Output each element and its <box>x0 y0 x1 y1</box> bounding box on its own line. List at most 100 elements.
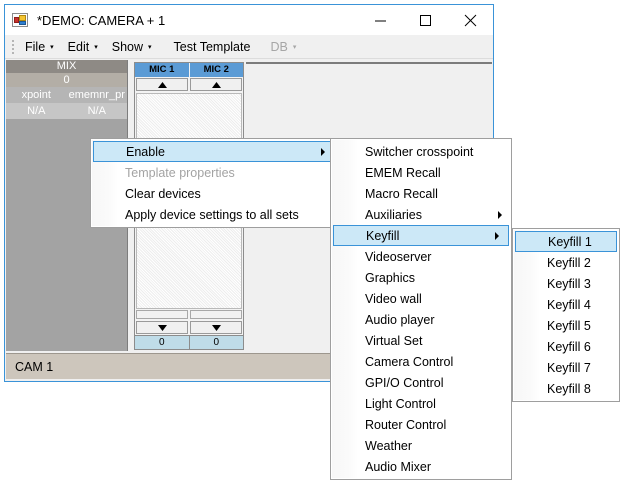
window-title: *DEMO: CAMERA + 1 <box>37 13 165 28</box>
mic-1-down-button[interactable] <box>136 321 188 334</box>
submenu-arrow-icon <box>498 211 502 219</box>
device-item-camera-control-label: Camera Control <box>365 355 453 369</box>
mic-2-slider[interactable] <box>190 310 242 319</box>
keyfill-item-6-label: Keyfill 6 <box>547 340 591 354</box>
mic-2-up-button[interactable] <box>190 78 242 91</box>
device-item-video-wall[interactable]: Video wall <box>331 288 511 309</box>
context-menu-item-apply-device-settings-label: Apply device settings to all sets <box>125 208 299 222</box>
device-item-light-control[interactable]: Light Control <box>331 393 511 414</box>
keyfill-item-3[interactable]: Keyfill 3 <box>513 273 619 294</box>
menu-item-edit[interactable]: Edit ▾ <box>61 37 105 57</box>
device-item-auxiliaries-label: Auxiliaries <box>365 208 422 222</box>
device-item-keyfill-label: Keyfill <box>366 229 399 243</box>
chevron-down-icon: ▾ <box>148 44 152 51</box>
device-item-keyfill[interactable]: Keyfill <box>333 225 509 246</box>
mic-2-down-button[interactable] <box>190 321 242 334</box>
context-menu-item-enable-label: Enable <box>126 145 165 159</box>
context-menu-item-apply-device-settings[interactable]: Apply device settings to all sets <box>91 204 337 225</box>
device-item-graphics[interactable]: Graphics <box>331 267 511 288</box>
mic-slider-row <box>135 310 243 320</box>
mic-2-header: MIC 2 <box>190 63 244 77</box>
menu-item-file[interactable]: File ▾ <box>18 37 61 57</box>
device-item-gpio-control[interactable]: GPI/O Control <box>331 372 511 393</box>
mic-1-header: MIC 1 <box>135 63 190 77</box>
keyfill-item-7[interactable]: Keyfill 7 <box>513 357 619 378</box>
device-item-videoserver-label: Videoserver <box>365 250 431 264</box>
keyfill-item-1[interactable]: Keyfill 1 <box>515 231 617 252</box>
menu-item-show[interactable]: Show ▾ <box>105 37 159 57</box>
mic-2-value[interactable]: 0 <box>190 335 244 349</box>
device-item-emem-recall-label: EMEM Recall <box>365 166 441 180</box>
device-item-light-control-label: Light Control <box>365 397 436 411</box>
submenu-arrow-icon <box>495 232 499 240</box>
mic-up-button-row <box>135 77 243 92</box>
mic-1-up-button[interactable] <box>136 78 188 91</box>
device-item-auxiliaries[interactable]: Auxiliaries <box>331 204 511 225</box>
chevron-down-icon: ▾ <box>293 44 297 51</box>
device-item-weather-label: Weather <box>365 439 412 453</box>
menu-item-file-label: File <box>25 40 45 54</box>
device-item-audio-mixer[interactable]: Audio Mixer <box>331 456 511 477</box>
context-menu-item-template-properties: Template properties <box>91 162 337 183</box>
template-context-menu: Enable Template properties Clear devices… <box>90 138 338 228</box>
device-item-gpio-control-label: GPI/O Control <box>365 376 444 390</box>
keyfill-item-3-label: Keyfill 3 <box>547 277 591 291</box>
mix-column-headers: xpoint ememnr_pr <box>6 87 127 103</box>
keyfill-item-2[interactable]: Keyfill 2 <box>513 252 619 273</box>
device-item-router-control[interactable]: Router Control <box>331 414 511 435</box>
device-item-virtual-set[interactable]: Virtual Set <box>331 330 511 351</box>
context-menu-item-clear-devices[interactable]: Clear devices <box>91 183 337 204</box>
mix-column-values: N/A N/A <box>6 103 127 119</box>
menu-item-show-label: Show <box>112 40 143 54</box>
device-item-camera-control[interactable]: Camera Control <box>331 351 511 372</box>
keyfill-item-8[interactable]: Keyfill 8 <box>513 378 619 399</box>
menu-item-db-label: DB <box>270 40 287 54</box>
chevron-down-icon: ▾ <box>94 44 98 51</box>
mix-label-xpoint: xpoint <box>6 87 67 103</box>
keyfill-item-8-label: Keyfill 8 <box>547 382 591 396</box>
device-item-switcher-crosspoint[interactable]: Switcher crosspoint <box>331 141 511 162</box>
keyfill-submenu: Keyfill 1 Keyfill 2 Keyfill 3 Keyfill 4 … <box>512 228 620 402</box>
menu-item-db: DB ▾ <box>263 37 303 57</box>
keyfill-item-1-label: Keyfill 1 <box>548 235 592 249</box>
keyfill-item-6[interactable]: Keyfill 6 <box>513 336 619 357</box>
maximize-button[interactable] <box>403 5 448 35</box>
mix-label-ememnr: ememnr_pr <box>67 87 128 103</box>
menu-grip-icon[interactable] <box>9 39 16 55</box>
context-menu-item-enable[interactable]: Enable <box>93 141 335 162</box>
device-item-router-control-label: Router Control <box>365 418 446 432</box>
menu-item-edit-label: Edit <box>68 40 90 54</box>
mic-1-value[interactable]: 0 <box>135 335 190 349</box>
device-item-videoserver[interactable]: Videoserver <box>331 246 511 267</box>
mix-header-label: MIX <box>6 60 127 73</box>
minimize-button[interactable] <box>358 5 403 35</box>
window-controls <box>358 5 493 35</box>
device-item-macro-recall[interactable]: Macro Recall <box>331 183 511 204</box>
mic-1-slider[interactable] <box>136 310 188 319</box>
mic-down-button-row <box>135 320 243 335</box>
title-bar: *DEMO: CAMERA + 1 <box>5 5 493 35</box>
menu-item-test-template[interactable]: Test Template <box>167 37 258 57</box>
status-bar-label: CAM 1 <box>15 360 53 374</box>
device-item-macro-recall-label: Macro Recall <box>365 187 438 201</box>
device-item-audio-mixer-label: Audio Mixer <box>365 460 431 474</box>
device-item-graphics-label: Graphics <box>365 271 415 285</box>
device-item-audio-player[interactable]: Audio player <box>331 309 511 330</box>
device-item-weather[interactable]: Weather <box>331 435 511 456</box>
close-button[interactable] <box>448 5 493 35</box>
submenu-arrow-icon <box>321 148 325 156</box>
device-item-virtual-set-label: Virtual Set <box>365 334 422 348</box>
keyfill-item-4-label: Keyfill 4 <box>547 298 591 312</box>
keyfill-item-2-label: Keyfill 2 <box>547 256 591 270</box>
device-item-video-wall-label: Video wall <box>365 292 422 306</box>
keyfill-item-5[interactable]: Keyfill 5 <box>513 315 619 336</box>
mix-value-xpoint: N/A <box>6 103 67 119</box>
keyfill-item-4[interactable]: Keyfill 4 <box>513 294 619 315</box>
enable-device-submenu: Switcher crosspoint EMEM Recall Macro Re… <box>330 138 512 480</box>
device-item-emem-recall[interactable]: EMEM Recall <box>331 162 511 183</box>
chevron-down-icon: ▾ <box>50 44 54 51</box>
menu-item-test-template-label: Test Template <box>174 40 251 54</box>
mix-value-label: 0 <box>6 73 127 87</box>
context-menu-item-template-properties-label: Template properties <box>125 166 235 180</box>
context-menu-item-clear-devices-label: Clear devices <box>125 187 201 201</box>
